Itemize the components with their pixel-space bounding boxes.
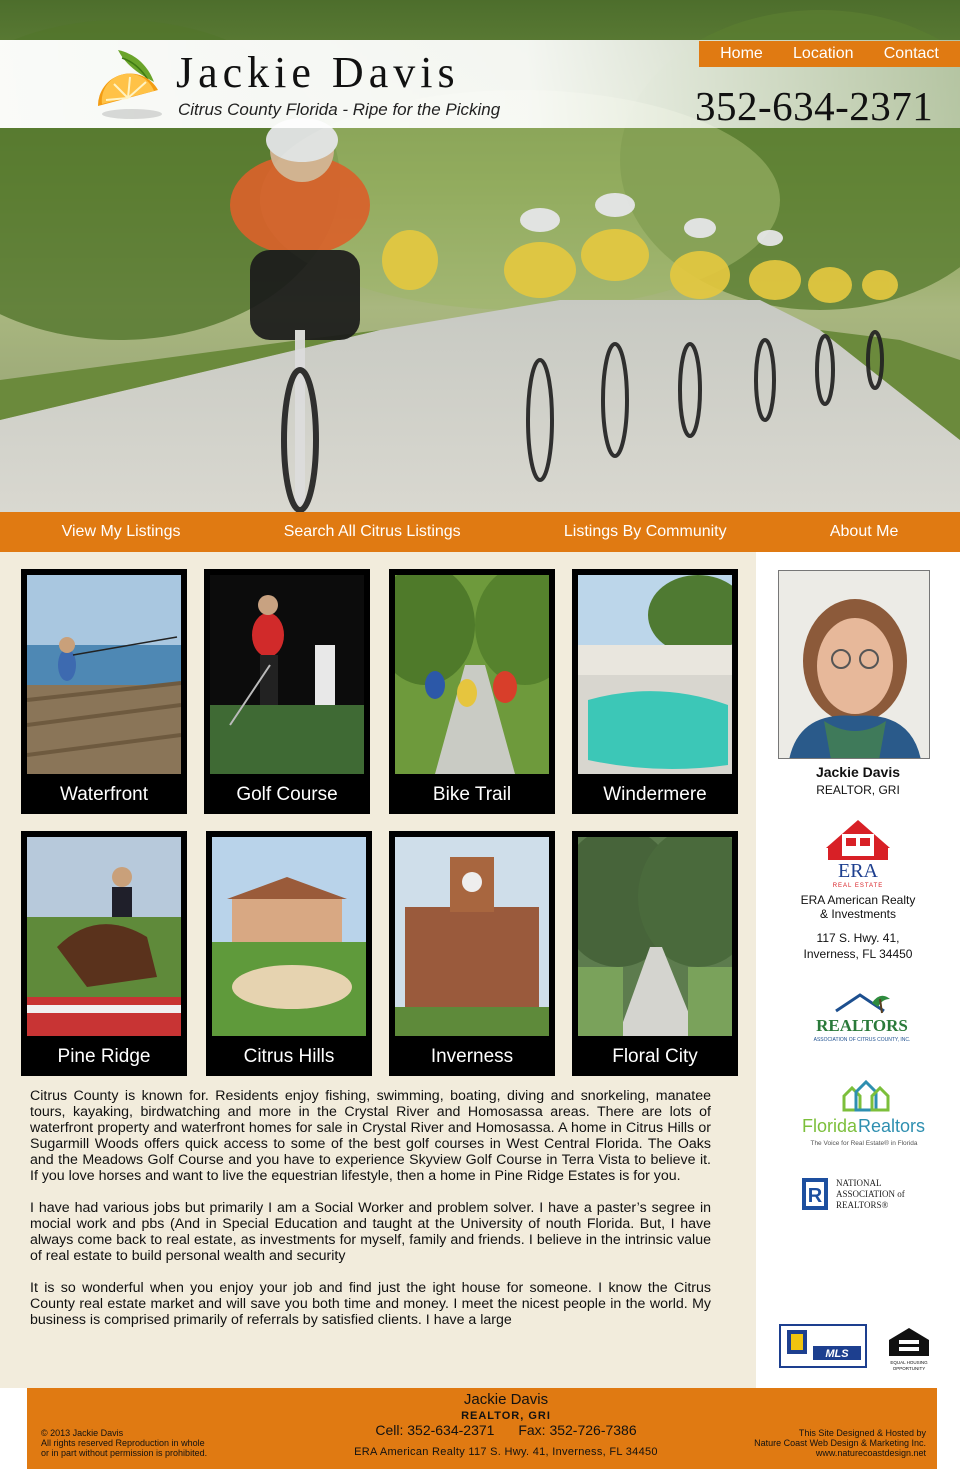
credit-link[interactable]: www.naturecoastdesign.net: [720, 1448, 926, 1458]
credit-line: Nature Coast Web Design & Marketing Inc.: [754, 1438, 926, 1448]
copyright-line: © 2013 Jackie Davis: [41, 1428, 124, 1438]
fl-realtors-text-b: Realtors: [858, 1116, 925, 1136]
era-logo-subtext: REAL ESTATE: [833, 883, 884, 889]
about-me-link[interactable]: About Me: [830, 523, 898, 541]
intro-paragraph: I have had various jobs but primarily I …: [30, 1200, 711, 1264]
nar-text-line: ASSOCIATION of: [836, 1189, 905, 1199]
fl-realtors-text-a: Florida: [802, 1116, 858, 1136]
tile-label: Bike Trail: [432, 784, 512, 805]
tile-label: Pine Ridge: [57, 1046, 151, 1067]
search-all-listings-link[interactable]: Search All Citrus Listings: [284, 523, 461, 541]
community-tile-windermere[interactable]: Windermere: [572, 569, 738, 814]
community-tile-pine-ridge[interactable]: Pine Ridge: [21, 831, 187, 1076]
footer-designer-credit: This Site Designed & Hosted by Nature Co…: [720, 1428, 926, 1458]
orange-slice-logo-icon: [97, 50, 162, 119]
svg-text:R: R: [808, 1185, 823, 1207]
pine-ridge-photo: [27, 837, 181, 1036]
copyright-line: or in part without permission is prohibi…: [41, 1448, 208, 1458]
equal-housing-logo-icon[interactable]: EQUAL HOUSING OPPORTUNITY: [883, 1326, 935, 1372]
intro-text: Citrus County is known for. Residents en…: [30, 1088, 711, 1344]
agent-photo: [778, 570, 930, 759]
florida-realtors-logo-icon[interactable]: Florida Realtors The Voice for Real Esta…: [800, 1070, 928, 1152]
realtors-logo-text: REALTORS: [816, 1016, 908, 1035]
nar-text-line: NATIONAL: [836, 1178, 882, 1188]
community-tile-waterfront[interactable]: Waterfront: [21, 569, 187, 814]
community-tile-citrus-hills[interactable]: Citrus Hills: [206, 831, 372, 1076]
inverness-photo: [395, 837, 549, 1036]
intro-paragraph: It is so wonderful when you enjoy your j…: [30, 1280, 711, 1328]
address-line: Inverness, FL 34450: [803, 947, 913, 961]
tile-label: Windermere: [603, 784, 707, 805]
footer-fax: Fax: 352-726-7386: [518, 1422, 637, 1438]
tile-label: Floral City: [612, 1046, 698, 1067]
listings-by-community-link[interactable]: Listings By Community: [564, 523, 727, 541]
realtors-logo-subtext: ASSOCIATION OF CITRUS COUNTY, INC.: [814, 1037, 911, 1043]
footer-title: REALTOR, GRI: [461, 1410, 551, 1422]
copyright-line: All rights reserved Reproduction in whol…: [41, 1438, 205, 1448]
fl-realtors-subtext: The Voice for Real Estate® in Florida: [810, 1139, 917, 1147]
tile-label: Inverness: [430, 1046, 514, 1067]
realtors-association-logo-icon[interactable]: REALTORS ASSOCIATION OF CITRUS COUNTY, I…: [802, 985, 922, 1049]
mls-logo-icon[interactable]: MLS: [779, 1324, 867, 1368]
community-tile-inverness[interactable]: Inverness: [389, 831, 555, 1076]
floral-city-photo: [578, 837, 732, 1036]
bike-trail-photo: [395, 575, 549, 774]
view-my-listings-link[interactable]: View My Listings: [62, 523, 181, 541]
header-phone[interactable]: 352-634-2371: [695, 82, 933, 130]
brokerage-line: ERA American Realty: [800, 893, 916, 907]
era-logo-icon[interactable]: ERA REAL ESTATE: [822, 818, 894, 890]
nar-logo-icon[interactable]: R NATIONAL ASSOCIATION of REALTORS®: [800, 1176, 930, 1216]
agent-title: REALTOR, GRI: [816, 783, 900, 797]
waterfront-photo: [27, 575, 181, 774]
nav-contact-link[interactable]: Contact: [884, 45, 939, 63]
tile-label: Waterfront: [60, 784, 148, 805]
mls-logo-text: MLS: [825, 1348, 849, 1360]
brokerage-name: ERA American Realty & Investments: [756, 893, 960, 921]
tile-label: Golf Course: [236, 784, 338, 805]
eho-text-line: EQUAL HOUSING: [890, 1360, 928, 1365]
footer-copyright: © 2013 Jackie Davis All rights reserved …: [41, 1428, 241, 1458]
nar-text-line: REALTORS®: [836, 1200, 889, 1210]
nav-location-link[interactable]: Location: [793, 45, 854, 63]
citrus-hills-photo: [212, 837, 366, 1036]
brokerage-line: & Investments: [819, 907, 897, 921]
credit-line: This Site Designed & Hosted by: [798, 1428, 926, 1438]
top-nav: Home Location Contact: [699, 41, 960, 67]
agent-name: Jackie Davis: [815, 764, 901, 780]
footer-cell[interactable]: Cell: 352-634-2371: [375, 1422, 494, 1438]
site-tagline: Citrus County Florida - Ripe for the Pic…: [178, 100, 501, 119]
brokerage-address: 117 S. Hwy. 41, Inverness, FL 34450: [756, 930, 960, 962]
community-tile-golf-course[interactable]: Golf Course: [204, 569, 370, 814]
golf-course-photo: [210, 575, 364, 774]
address-line: 117 S. Hwy. 41,: [816, 931, 900, 945]
nav-home-link[interactable]: Home: [720, 45, 763, 63]
eho-text-line: OPPORTUNITY: [893, 1366, 925, 1371]
community-tile-bike-trail[interactable]: Bike Trail: [389, 569, 555, 814]
main-nav: View My Listings Search All Citrus Listi…: [0, 512, 960, 552]
footer-name: Jackie Davis: [463, 1391, 549, 1408]
windermere-photo: [578, 575, 732, 774]
intro-paragraph: Citrus County is known for. Residents en…: [30, 1088, 711, 1184]
community-tile-floral-city[interactable]: Floral City: [572, 831, 738, 1076]
tile-label: Citrus Hills: [243, 1046, 335, 1067]
site-name[interactable]: Jackie Davis: [176, 48, 460, 98]
era-logo-text: ERA: [838, 860, 879, 882]
